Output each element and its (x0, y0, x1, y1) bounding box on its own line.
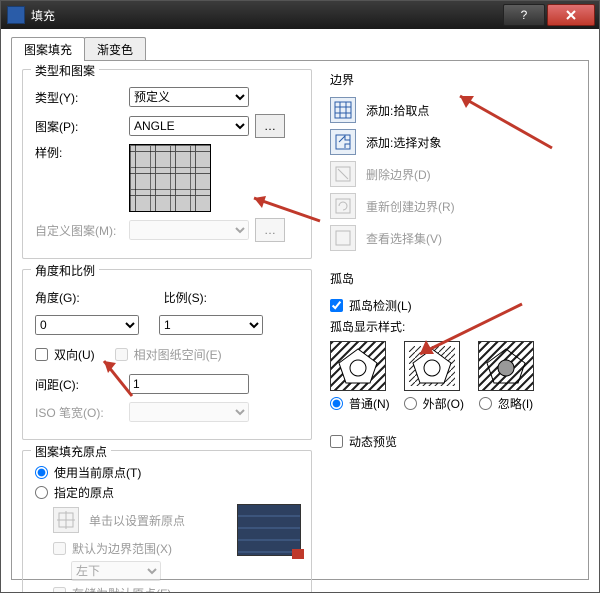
island-normal[interactable]: 普通(N) (330, 395, 390, 412)
island-outer-img[interactable] (404, 341, 460, 391)
island-normal-label: 普通(N) (349, 395, 390, 412)
pattern-browse-button[interactable]: … (255, 114, 285, 138)
custom-pattern-select (129, 220, 249, 240)
island-style-title: 孤岛显示样式: (330, 318, 578, 335)
group-title-origin: 图案填充原点 (31, 443, 111, 460)
label-spacing: 间距(C): (35, 376, 123, 393)
bidir-label: 双向(U) (54, 346, 95, 363)
group-angle-scale: 角度和比例 角度(G): 比例(S): 0 1 双向(U) 相对图纸空间(E) (22, 269, 312, 440)
default-extent-check: 默认为边界范围(X) (53, 540, 225, 557)
dynamic-preview-label: 动态预览 (349, 433, 397, 450)
corner-select: 左下 (71, 561, 161, 581)
type-select[interactable]: 预定义 (129, 87, 249, 107)
island-ignore[interactable]: 忽略(I) (478, 395, 534, 412)
pick-origin-icon (53, 507, 79, 533)
label-type: 类型(Y): (35, 89, 123, 106)
origin-specified-label: 指定的原点 (54, 484, 114, 501)
remove-boundary-label: 删除边界(D) (366, 166, 431, 183)
custom-pattern-browse: … (255, 218, 285, 242)
store-default-check: 存储为默认原点(F) (53, 585, 225, 593)
help-button[interactable]: ? (503, 4, 545, 26)
spacing-input[interactable] (129, 374, 249, 394)
pick-point-icon[interactable] (330, 97, 356, 123)
origin-preview (237, 504, 301, 556)
angle-select[interactable]: 0 (35, 315, 139, 335)
recreate-boundary-icon (330, 193, 356, 219)
label-angle: 角度(G): (35, 289, 80, 306)
default-extent-label: 默认为边界范围(X) (72, 540, 172, 557)
group-title-angle: 角度和比例 (31, 262, 99, 279)
select-obj-label[interactable]: 添加:选择对象 (366, 134, 441, 151)
pattern-swatch[interactable] (129, 144, 211, 212)
boundary-title: 边界 (330, 69, 578, 94)
label-scale: 比例(S): (164, 289, 207, 306)
island-ignore-label: 忽略(I) (498, 395, 533, 412)
view-selection-icon (330, 225, 356, 251)
origin-current-label: 使用当前原点(T) (54, 464, 141, 481)
close-button[interactable] (547, 4, 595, 26)
island-detect-check[interactable]: 孤岛检测(L) (330, 297, 578, 314)
relpaper-label: 相对图纸空间(E) (134, 346, 222, 363)
relpaper-check: 相对图纸空间(E) (115, 346, 222, 363)
store-default-label: 存储为默认原点(F) (72, 585, 171, 593)
pick-origin-label: 单击以设置新原点 (89, 512, 185, 529)
island-outer-label: 外部(O) (423, 395, 464, 412)
label-pattern: 图案(P): (35, 118, 123, 135)
tab-gradient[interactable]: 渐变色 (84, 37, 146, 61)
window-title: 填充 (31, 7, 503, 24)
pattern-select[interactable]: ANGLE (129, 116, 249, 136)
island-ignore-img[interactable] (478, 341, 534, 391)
label-iso: ISO 笔宽(O): (35, 404, 123, 421)
island-detect-label: 孤岛检测(L) (349, 297, 412, 314)
select-obj-icon[interactable] (330, 129, 356, 155)
label-sample: 样例: (35, 144, 123, 161)
group-origin: 图案填充原点 使用当前原点(T) 指定的原点 单击以设置新原点 默认为边界范围(… (22, 450, 312, 593)
remove-boundary-icon (330, 161, 356, 187)
group-title-type: 类型和图案 (31, 62, 99, 79)
view-selection-label: 查看选择集(V) (366, 230, 442, 247)
group-type-pattern: 类型和图案 类型(Y): 预定义 图案(P): ANGLE … 样例: (22, 69, 312, 259)
tab-hatch[interactable]: 图案填充 (11, 37, 85, 61)
bidir-check[interactable]: 双向(U) (35, 346, 95, 363)
dynamic-preview-check[interactable]: 动态预览 (330, 433, 578, 450)
island-normal-img[interactable] (330, 341, 386, 391)
label-custom-pattern: 自定义图案(M): (35, 222, 123, 239)
origin-current[interactable]: 使用当前原点(T) (35, 464, 301, 481)
app-icon (7, 6, 25, 24)
scale-select[interactable]: 1 (159, 315, 263, 335)
pick-point-label[interactable]: 添加:拾取点 (366, 102, 429, 119)
islands-title: 孤岛 (330, 268, 578, 293)
island-outer[interactable]: 外部(O) (404, 395, 464, 412)
recreate-boundary-label: 重新创建边界(R) (366, 198, 455, 215)
iso-select (129, 402, 249, 422)
origin-specified[interactable]: 指定的原点 (35, 484, 301, 501)
